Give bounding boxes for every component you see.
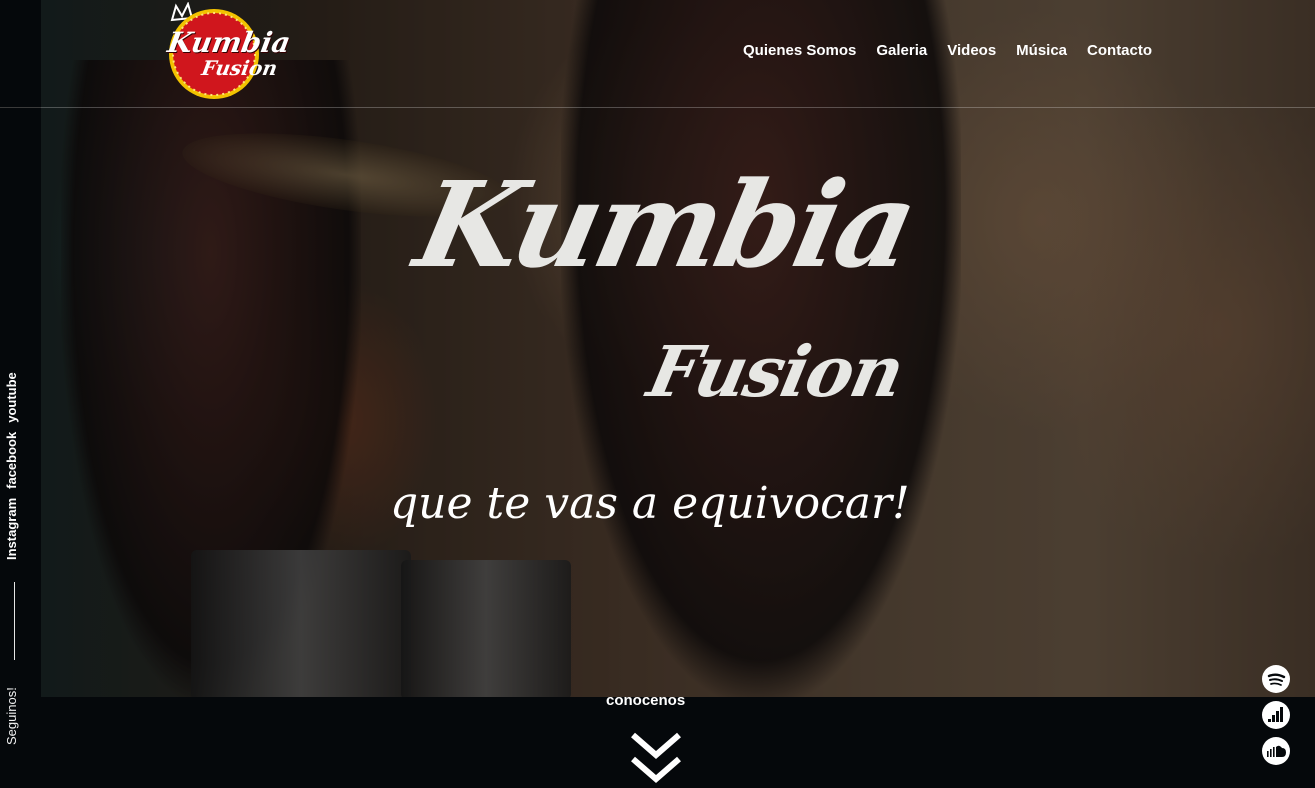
hero-title: Kumbia Fusion: [405, 155, 925, 455]
header-divider: [41, 107, 1315, 108]
nav-contacto[interactable]: Contacto: [1087, 42, 1152, 59]
facebook-link[interactable]: facebook: [4, 432, 19, 489]
soundcloud-icon[interactable]: [1262, 737, 1290, 765]
spotify-icon[interactable]: [1262, 665, 1290, 693]
site-logo[interactable]: Kumbia Fusion: [154, 1, 293, 102]
social-links: Instagram facebook youtube: [4, 360, 28, 565]
main-nav: Quienes Somos Galeria Videos Música Cont…: [743, 42, 1152, 59]
double-chevron-down-icon[interactable]: [630, 731, 682, 785]
hero-tagline: que te vas a equivocar!: [390, 478, 910, 529]
music-platform-links: [1262, 665, 1292, 773]
follow-label: Seguinos!: [4, 687, 19, 745]
sidebar-vertical-line: [14, 582, 15, 660]
nav-galeria[interactable]: Galeria: [876, 42, 927, 59]
social-sidebar: Instagram facebook youtube Seguinos!: [0, 0, 41, 788]
scroll-label[interactable]: conocenos: [606, 692, 685, 709]
deezer-icon[interactable]: [1262, 701, 1290, 729]
nav-videos[interactable]: Videos: [947, 42, 996, 59]
nav-quienes-somos[interactable]: Quienes Somos: [743, 42, 856, 59]
youtube-link[interactable]: youtube: [4, 372, 19, 423]
instagram-link[interactable]: Instagram: [4, 498, 19, 560]
sidebar-divider: [0, 107, 41, 108]
logo-text-line2: Fusion: [199, 56, 280, 80]
hero-title-line2: Fusion: [641, 330, 910, 413]
logo-text-line1: Kumbia: [165, 26, 293, 59]
nav-musica[interactable]: Música: [1016, 42, 1067, 59]
hero-title-line1: Kumbia: [405, 155, 926, 294]
